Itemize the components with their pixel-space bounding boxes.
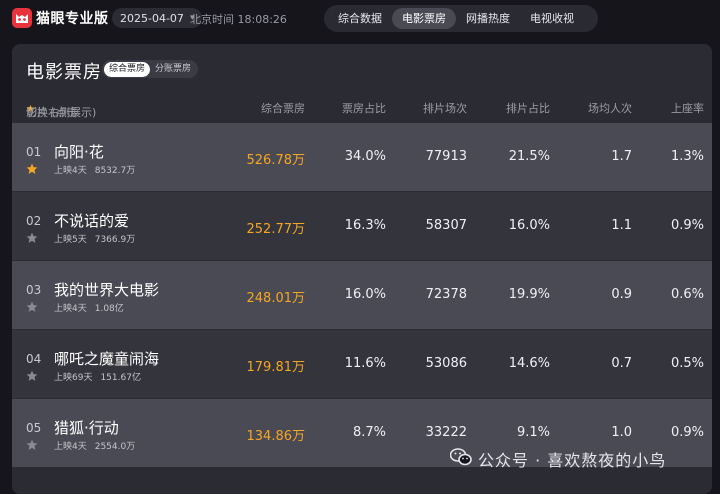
page-title: 电影票房 [26, 62, 102, 83]
box-office-panel: 电影票房 综合票房 分账票房 影片 (点击 ★ 切换右侧展示) 综合票房 票房占比 … [12, 44, 712, 494]
release-days: 上映4天 [54, 166, 87, 176]
col-occupancy[interactable]: 上座率 [671, 100, 704, 116]
avg-people-value: 1.7 [611, 149, 632, 164]
watermark: 公众号 · 喜欢熬夜的小鸟 [449, 447, 667, 471]
total-box-office: 7366.9万 [94, 235, 136, 245]
nav-tab-0[interactable]: 综合数据 [328, 8, 392, 29]
film-title[interactable]: 我的世界大电影 [54, 279, 159, 300]
panel-header: 电影票房 综合票房 分账票房 [12, 44, 712, 92]
box-share-value: 16.3% [344, 218, 386, 233]
film-title[interactable]: 哪吒之魔童闹海 [54, 348, 159, 369]
total-box-office: 8532.7万 [94, 166, 136, 176]
film-meta: 上映5天 7366.9万 [54, 232, 135, 245]
screen-share-value: 16.0% [508, 218, 550, 233]
screenings-value: 72378 [425, 287, 467, 302]
release-days: 上映5天 [54, 235, 87, 245]
avg-people-value: 1.1 [611, 218, 632, 233]
avg-people-value: 0.9 [611, 287, 632, 302]
avg-people-value: 0.7 [611, 356, 632, 371]
col-screen-share[interactable]: 排片占比 [506, 100, 550, 116]
occupancy-value: 0.5% [670, 356, 704, 371]
rank-number: 03 [26, 283, 42, 297]
col-film-suffix: 切换右侧展示) [26, 106, 97, 119]
nav-tab-2[interactable]: 网播热度 [456, 8, 520, 29]
box-type-tab-1[interactable]: 分账票房 [150, 62, 196, 77]
rank-number: 04 [26, 352, 42, 366]
box-share-value: 8.7% [352, 425, 386, 440]
box-type-toggle: 综合票房 分账票房 [102, 60, 199, 78]
watermark-text: 公众号 · 喜欢熬夜的小鸟 [478, 451, 667, 470]
film-title[interactable]: 猎狐·行动 [54, 417, 119, 438]
rank-number: 02 [26, 214, 42, 228]
occupancy-value: 0.9% [670, 218, 704, 233]
occupancy-value: 1.3% [670, 149, 704, 164]
release-days: 上映4天 [54, 442, 87, 452]
film-title[interactable]: 不说话的爱 [54, 210, 129, 231]
favorite-star-icon[interactable] [26, 298, 38, 317]
box-office-value: 248.01万 [246, 291, 306, 306]
film-title[interactable]: 向阳·花 [54, 141, 104, 162]
wechat-icon [449, 448, 472, 470]
occupancy-value: 0.6% [670, 287, 704, 302]
screen-share-value: 14.6% [508, 356, 550, 371]
col-avg-people[interactable]: 场均人次 [588, 100, 632, 116]
col-box[interactable]: 综合票房 [261, 100, 305, 116]
film-meta: 上映69天 151.67亿 [54, 370, 141, 383]
app-logo[interactable]: 猫眼专业版 [12, 8, 109, 28]
col-box-share[interactable]: 票房占比 [342, 100, 386, 116]
box-share-value: 16.0% [344, 287, 386, 302]
box-office-value: 526.78万 [246, 153, 306, 168]
favorite-star-icon[interactable] [26, 436, 38, 455]
top-bar: 猫眼专业版 2025-04-07 ▾ 北京时间 18:08:26 综合数据 电影票… [0, 0, 720, 36]
screenings-value: 53086 [425, 356, 467, 371]
box-office-value: 134.86万 [246, 429, 306, 444]
table-row[interactable]: 04 哪吒之魔童闹海上映69天 151.67亿 179.81万 11.6% 53086 14… [12, 330, 712, 398]
rank-number: 01 [26, 145, 42, 159]
table-row[interactable]: 02 不说话的爱上映5天 7366.9万 252.77万 16.3% 58307 16.0%… [12, 192, 712, 260]
favorite-star-icon[interactable] [26, 229, 38, 248]
nav-tab-3[interactable]: 电视收视 [520, 8, 584, 29]
table-header: 影片 (点击 ★ 切换右侧展示) 综合票房 票房占比 排片场次 排片占比 场均人次… [12, 96, 712, 120]
rank-number: 05 [26, 421, 42, 435]
screenings-value: 77913 [425, 149, 467, 164]
table-row[interactable]: 03 我的世界大电影上映4天 1.08亿 248.01万 16.0% 72378 19.9%… [12, 261, 712, 329]
screenings-value: 33222 [425, 425, 467, 440]
box-type-tab-0[interactable]: 综合票房 [104, 61, 151, 77]
screen-share-value: 21.5% [508, 149, 550, 164]
total-box-office: 2554.0万 [94, 442, 136, 452]
avg-people-value: 1.0 [611, 425, 632, 440]
box-share-value: 34.0% [344, 149, 386, 164]
release-days: 上映69天 [54, 373, 93, 383]
favorite-star-icon[interactable] [26, 367, 38, 386]
box-share-value: 11.6% [344, 356, 386, 371]
app-name: 猫眼专业版 [36, 11, 109, 27]
table-row[interactable]: 01 向阳·花上映4天 8532.7万 526.78万 34.0% 77913 21.5% 1… [12, 123, 712, 191]
date-value: 2025-04-07 [120, 11, 184, 25]
film-meta: 上映4天 2554.0万 [54, 439, 135, 452]
date-selector[interactable]: 2025-04-07 ▾ [112, 8, 203, 28]
box-office-value: 179.81万 [246, 360, 306, 375]
film-meta: 上映4天 1.08亿 [54, 301, 124, 314]
nav-tab-1[interactable]: 电影票房 [392, 8, 456, 29]
total-box-office: 151.67亿 [100, 373, 141, 383]
box-office-value: 252.77万 [246, 222, 306, 237]
screen-share-value: 19.9% [508, 287, 550, 302]
favorite-star-icon[interactable] [26, 160, 38, 179]
release-days: 上映4天 [54, 304, 87, 314]
total-box-office: 1.08亿 [94, 304, 124, 314]
col-screenings[interactable]: 排片场次 [423, 100, 467, 116]
film-meta: 上映4天 8532.7万 [54, 163, 135, 176]
occupancy-value: 0.9% [670, 425, 704, 440]
beijing-clock: 北京时间 18:08:26 [190, 13, 287, 26]
main-nav: 综合数据 电影票房 网播热度 电视收视 [324, 5, 598, 32]
cat-eye-logo-icon [12, 8, 32, 28]
screen-share-value: 9.1% [516, 425, 550, 440]
screenings-value: 58307 [425, 218, 467, 233]
